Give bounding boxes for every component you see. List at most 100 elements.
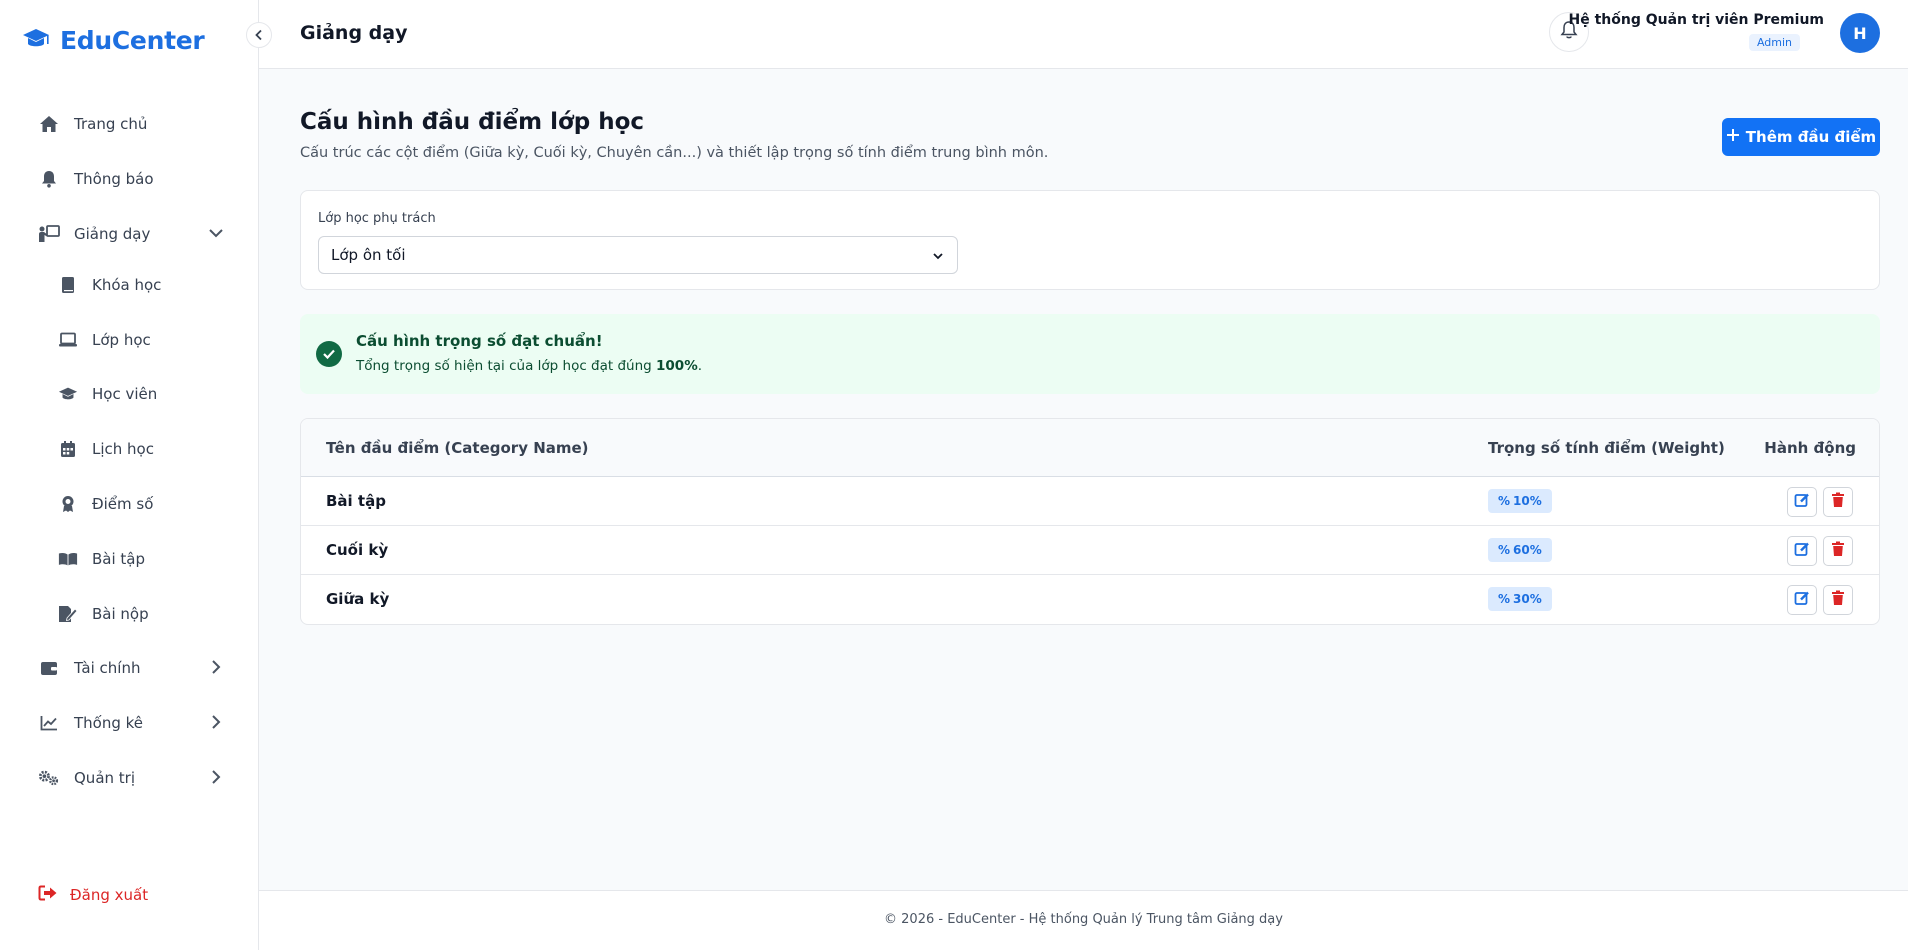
percent-icon: % — [1498, 592, 1511, 606]
sign-out-icon — [38, 885, 58, 905]
top-header: Giảng dạy Hệ thống Quản trị viên Premium… — [259, 0, 1908, 69]
column-header-actions: Hành động — [1764, 439, 1856, 457]
chevron-left-icon — [253, 26, 265, 45]
sidebar-item-teaching[interactable]: Giảng dạy — [38, 217, 224, 251]
delete-button[interactable] — [1823, 487, 1853, 517]
alert-message: Tổng trọng số hiện tại của lớp học đạt đ… — [356, 358, 703, 374]
bell-icon — [38, 170, 60, 188]
check-circle-icon — [316, 341, 342, 367]
class-select-value: Lớp ôn tối — [331, 246, 406, 264]
award-icon — [58, 495, 78, 513]
avatar[interactable]: H — [1840, 13, 1880, 53]
column-header-name: Tên đầu điểm (Category Name) — [326, 439, 589, 457]
footer: © 2026 - EduCenter - Hệ thống Quản lý Tr… — [259, 890, 1908, 950]
user-name: Hệ thống Quản trị viên Premium — [1568, 12, 1824, 28]
graduation-cap-icon — [22, 28, 50, 54]
sidebar-sub-grades[interactable]: Điểm số — [58, 487, 153, 521]
chart-line-icon — [38, 715, 60, 731]
sidebar-sub-classes[interactable]: Lớp học — [58, 323, 151, 357]
category-name: Giữa kỳ — [326, 590, 390, 608]
sidebar-item-statistics[interactable]: Thống kê — [38, 706, 224, 740]
edit-icon — [1794, 492, 1810, 512]
sidebar-sub-label: Bài tập — [92, 550, 146, 568]
logout-button[interactable]: Đăng xuất — [38, 885, 148, 905]
book-icon — [58, 276, 78, 294]
wallet-icon — [38, 660, 60, 676]
sidebar-sub-label: Học viên — [92, 385, 158, 403]
sidebar-item-admin[interactable]: Quản trị — [38, 761, 224, 795]
sidebar-sub-submissions[interactable]: Bài nộp — [58, 597, 149, 631]
weight-badge: % 10% — [1488, 489, 1552, 513]
section-title: Cấu hình đầu điểm lớp học — [300, 109, 645, 135]
sidebar-sub-label: Điểm số — [92, 495, 154, 513]
sidebar-sub-label: Khóa học — [92, 276, 162, 294]
edit-icon — [1794, 590, 1810, 610]
sidebar-item-home[interactable]: Trang chủ — [38, 107, 224, 141]
class-filter-card: Lớp học phụ trách Lớp ôn tối — [300, 190, 1880, 290]
sidebar-item-label: Tài chính — [74, 659, 141, 677]
edit-icon — [1794, 541, 1810, 561]
graduation-cap-icon — [58, 386, 78, 402]
sidebar: EduCenter Trang chủ Thông báo Giảng dạy … — [0, 0, 259, 950]
sidebar-sub-assignments[interactable]: Bài tập — [58, 542, 145, 576]
file-signature-icon — [58, 605, 78, 623]
trash-icon — [1831, 590, 1845, 610]
calendar-icon — [58, 440, 78, 458]
weight-status-alert: Cấu hình trọng số đạt chuẩn! Tổng trọng … — [300, 314, 1880, 394]
laptop-icon — [58, 332, 78, 348]
column-header-weight: Trọng số tính điểm (Weight) — [1488, 439, 1725, 457]
sidebar-item-label: Trang chủ — [74, 115, 148, 133]
class-filter-label: Lớp học phụ trách — [318, 211, 436, 226]
sidebar-item-label: Thống kê — [74, 714, 144, 732]
delete-button[interactable] — [1823, 585, 1853, 615]
chevron-right-icon — [208, 659, 224, 679]
total-weight-value: 100% — [656, 358, 698, 374]
category-name: Bài tập — [326, 492, 386, 510]
class-select[interactable]: Lớp ôn tối — [318, 236, 958, 274]
sidebar-sub-label: Bài nộp — [92, 605, 149, 623]
section-subtitle: Cấu trúc các cột điểm (Giữa kỳ, Cuối kỳ,… — [300, 145, 1049, 161]
sidebar-collapse-button[interactable] — [246, 22, 272, 48]
footer-text: © 2026 - EduCenter - Hệ thống Quản lý Tr… — [884, 912, 1283, 927]
teacher-icon — [38, 225, 60, 243]
chevron-right-icon — [208, 714, 224, 734]
grade-categories-table: Tên đầu điểm (Category Name) Trọng số tí… — [300, 418, 1880, 625]
chevron-down-icon — [931, 249, 945, 267]
open-book-icon — [58, 551, 78, 567]
sidebar-sub-label: Lớp học — [92, 331, 151, 349]
trash-icon — [1831, 492, 1845, 512]
logout-label: Đăng xuất — [70, 886, 149, 904]
add-grade-category-button[interactable]: Thêm đầu điểm — [1722, 118, 1880, 156]
gears-icon — [38, 769, 60, 787]
edit-button[interactable] — [1787, 536, 1817, 566]
brand-logo[interactable]: EduCenter — [22, 26, 205, 55]
table-header: Tên đầu điểm (Category Name) Trọng số tí… — [301, 419, 1879, 477]
add-button-label: Thêm đầu điểm — [1745, 128, 1877, 146]
percent-icon: % — [1498, 494, 1511, 508]
sidebar-sub-label: Lịch học — [92, 440, 154, 458]
page-title: Giảng dạy — [300, 22, 408, 44]
edit-button[interactable] — [1787, 585, 1817, 615]
sidebar-item-finance[interactable]: Tài chính — [38, 651, 224, 685]
weight-badge: % 60% — [1488, 538, 1552, 562]
table-row: Cuối kỳ % 60% — [301, 526, 1879, 575]
sidebar-sub-schedule[interactable]: Lịch học — [58, 432, 154, 466]
alert-title: Cấu hình trọng số đạt chuẩn! — [356, 332, 603, 350]
category-name: Cuối kỳ — [326, 541, 389, 559]
sidebar-sub-courses[interactable]: Khóa học — [58, 268, 161, 302]
delete-button[interactable] — [1823, 536, 1853, 566]
plus-icon — [1726, 128, 1740, 146]
table-row: Bài tập % 10% — [301, 477, 1879, 526]
sidebar-item-label: Thông báo — [74, 170, 154, 188]
chevron-right-icon — [208, 769, 224, 789]
percent-icon: % — [1498, 543, 1511, 557]
home-icon — [38, 115, 60, 133]
weight-badge: % 30% — [1488, 587, 1552, 611]
brand-name: EduCenter — [60, 26, 205, 55]
sidebar-item-label: Quản trị — [74, 769, 135, 787]
trash-icon — [1831, 541, 1845, 561]
edit-button[interactable] — [1787, 487, 1817, 517]
sidebar-sub-students[interactable]: Học viên — [58, 377, 157, 411]
sidebar-item-notifications[interactable]: Thông báo — [38, 162, 224, 196]
chevron-down-icon — [208, 225, 224, 245]
